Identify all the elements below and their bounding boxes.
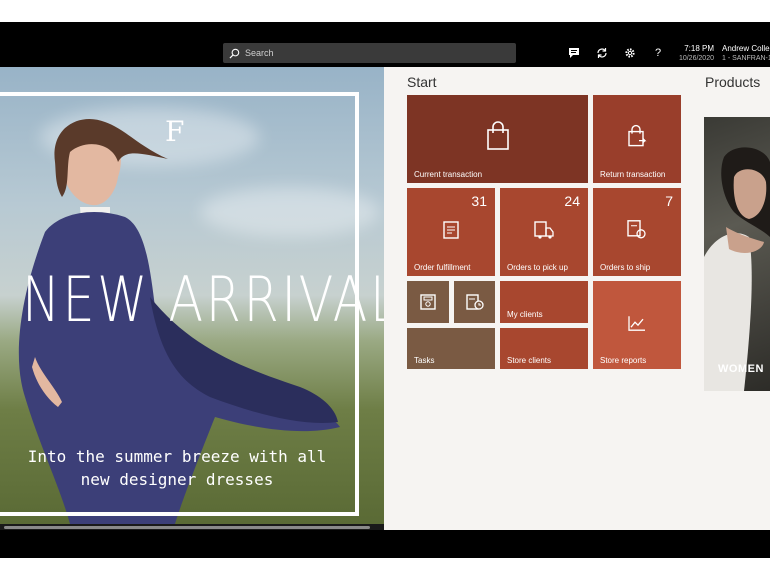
user-info[interactable]: Andrew Colle 1 - SANFRAN-1 <box>722 44 770 64</box>
help-icon[interactable]: ? <box>651 46 665 60</box>
hero-title: NEW ARRIVAL <box>22 263 384 336</box>
shopping-bag-icon <box>486 121 509 150</box>
gear-icon[interactable] <box>623 46 637 60</box>
user-name: Andrew Colle <box>722 44 770 53</box>
tile-timeclock[interactable] <box>454 281 495 323</box>
top-bar: ? 7:18 PM 10/26/2020 Andrew Colle 1 - SA… <box>0 22 770 67</box>
search-icon <box>229 48 240 59</box>
scrollbar-thumb[interactable] <box>4 526 370 529</box>
tile-label: Tasks <box>414 356 435 365</box>
product-label: WOMEN <box>718 363 764 375</box>
return-bag-icon <box>628 124 647 147</box>
tile-label: Orders to ship <box>600 263 651 272</box>
tile-tasks[interactable]: Tasks <box>407 328 495 369</box>
app-window: ? 7:18 PM 10/26/2020 Andrew Colle 1 - SA… <box>0 22 770 558</box>
tile-my-clients[interactable]: My clients <box>500 281 588 323</box>
tile-count: 7 <box>665 193 673 209</box>
pickup-truck-icon <box>534 221 554 239</box>
tile-count: 24 <box>564 193 580 209</box>
brand-logo-icon: F <box>165 115 185 148</box>
tile-cash-drawer[interactable] <box>407 281 449 323</box>
start-title: Start <box>407 74 437 90</box>
store-name: 1 - SANFRAN-1 <box>722 55 770 62</box>
tile-label: My clients <box>507 310 543 319</box>
tile-label: Store reports <box>600 356 647 365</box>
search-box[interactable] <box>223 43 516 63</box>
clock: 7:18 PM 10/26/2020 <box>676 44 714 64</box>
tile-orders-to-ship[interactable]: 7 Orders to ship <box>593 188 681 276</box>
refresh-icon[interactable] <box>595 46 609 60</box>
document-icon <box>443 221 459 239</box>
tile-label: Store clients <box>507 356 552 365</box>
tile-order-fulfillment[interactable]: 31 Order fulfillment <box>407 188 495 276</box>
message-icon[interactable] <box>567 46 581 60</box>
hero-scrollbar[interactable] <box>0 524 384 530</box>
tile-label: Return transaction <box>600 170 666 179</box>
tile-orders-to-pick-up[interactable]: 24 Orders to pick up <box>500 188 588 276</box>
tile-label: Current transaction <box>414 170 483 179</box>
tile-current-transaction[interactable]: Current transaction <box>407 95 588 183</box>
hero-subtitle: Into the summer breeze with all new desi… <box>27 447 327 489</box>
product-card-women[interactable]: WOMEN <box>704 117 770 391</box>
search-input[interactable] <box>245 48 505 58</box>
tile-return-transaction[interactable]: Return transaction <box>593 95 681 183</box>
schedule-icon <box>465 294 484 310</box>
register-icon <box>420 294 436 310</box>
product-image <box>704 147 770 391</box>
ship-box-icon <box>627 220 646 239</box>
tile-store-clients[interactable]: Store clients <box>500 328 588 369</box>
date-text: 10/26/2020 <box>678 55 714 62</box>
hero-banner[interactable]: F NEW ARRIVAL Into the summer breeze wit… <box>0 67 384 524</box>
tile-store-reports[interactable]: Store reports <box>593 281 681 369</box>
tile-label: Order fulfillment <box>414 263 471 272</box>
time-text: 7:18 PM <box>684 44 714 53</box>
tile-label: Orders to pick up <box>507 263 568 272</box>
tile-count: 31 <box>471 193 487 209</box>
chart-icon <box>628 316 645 331</box>
products-title: Products <box>705 74 761 90</box>
